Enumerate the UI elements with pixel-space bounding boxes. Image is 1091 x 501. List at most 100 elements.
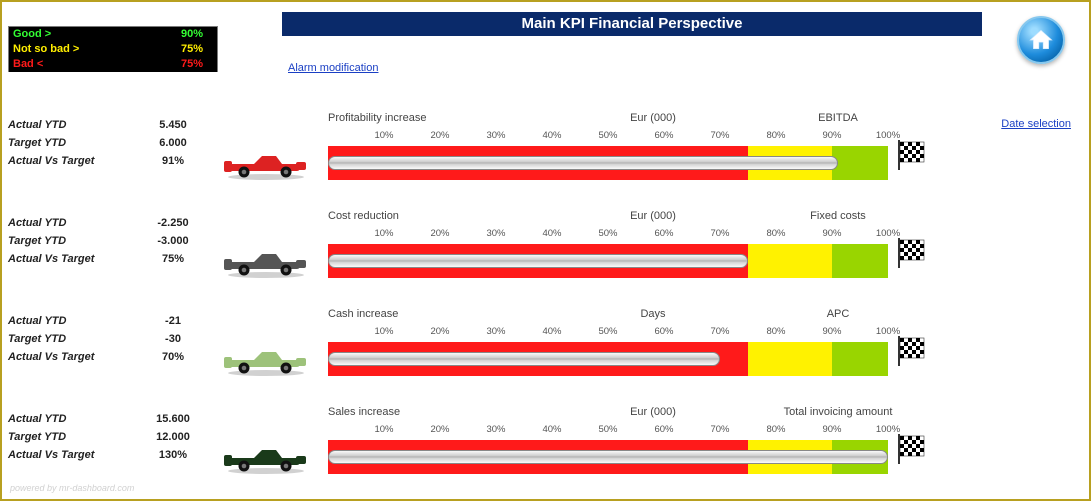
tick-label: 70% bbox=[710, 326, 729, 337]
kpi-name: Sales increase bbox=[328, 406, 578, 422]
actual-ytd-value: 5.450 bbox=[138, 116, 208, 134]
axis-ticks: 10%20%30%40%50%60%70%80%90%100% bbox=[328, 228, 888, 242]
kpi-name: Cash increase bbox=[328, 308, 578, 324]
kpi-name: Profitability increase bbox=[328, 112, 578, 128]
watermark: powered by mr-dashboard.com bbox=[10, 483, 134, 493]
kpi-track bbox=[328, 342, 888, 376]
tick-label: 70% bbox=[710, 130, 729, 141]
actual-vs-target-value: 75% bbox=[138, 250, 208, 268]
actual-ytd-label: Actual YTD bbox=[8, 214, 66, 232]
tick-label: 50% bbox=[598, 424, 617, 435]
checkered-flag-icon bbox=[894, 434, 930, 464]
tick-label: 40% bbox=[542, 228, 561, 239]
target-ytd-value: -3.000 bbox=[138, 232, 208, 250]
progress-bar bbox=[328, 450, 888, 464]
kpi-name: Cost reduction bbox=[328, 210, 578, 226]
kpi-row: Actual YTD -2.250 Target YTD -3.000 Actual… bbox=[8, 206, 1078, 300]
tick-label: 60% bbox=[654, 326, 673, 337]
tick-label: 20% bbox=[430, 326, 449, 337]
checkered-flag-icon bbox=[894, 336, 930, 366]
tick-label: 30% bbox=[486, 326, 505, 337]
tick-label: 50% bbox=[598, 228, 617, 239]
kpi-unit: Eur (000) bbox=[578, 406, 728, 422]
actual-vs-target-label: Actual Vs Target bbox=[8, 250, 94, 268]
target-ytd-label: Target YTD bbox=[8, 134, 66, 152]
axis-ticks: 10%20%30%40%50%60%70%80%90%100% bbox=[328, 424, 888, 438]
tick-label: 30% bbox=[486, 130, 505, 141]
tick-label: 10% bbox=[374, 228, 393, 239]
actual-vs-target-label: Actual Vs Target bbox=[8, 348, 94, 366]
alarm-modification-link[interactable]: Alarm modification bbox=[288, 62, 378, 74]
race-car-icon bbox=[222, 250, 310, 278]
legend-nsb-label: Not so bad > bbox=[9, 42, 149, 57]
tick-label: 90% bbox=[822, 130, 841, 141]
target-ytd-value: 6.000 bbox=[138, 134, 208, 152]
target-ytd-label: Target YTD bbox=[8, 232, 66, 250]
race-car-icon bbox=[222, 348, 310, 376]
legend-box: Good > 90% Not so bad > 75% Bad < 75% bbox=[8, 26, 218, 72]
race-car-icon bbox=[222, 446, 310, 474]
race-car-icon bbox=[222, 152, 310, 180]
target-ytd-value: -30 bbox=[138, 330, 208, 348]
target-ytd-label: Target YTD bbox=[8, 428, 66, 446]
kpi-desc: APC bbox=[728, 308, 948, 324]
legend-nsb-value: 75% bbox=[149, 42, 209, 57]
home-icon bbox=[1028, 27, 1054, 53]
tick-label: 80% bbox=[766, 130, 785, 141]
tick-label: 90% bbox=[822, 326, 841, 337]
axis-ticks: 10%20%30%40%50%60%70%80%90%100% bbox=[328, 326, 888, 340]
kpi-row: Actual YTD 5.450 Target YTD 6.000 Actual V… bbox=[8, 108, 1078, 202]
legend-good-label: Good > bbox=[9, 27, 149, 42]
kpi-desc: EBITDA bbox=[728, 112, 948, 128]
tick-label: 20% bbox=[430, 424, 449, 435]
checkered-flag-icon bbox=[894, 238, 930, 268]
tick-label: 60% bbox=[654, 228, 673, 239]
tick-label: 80% bbox=[766, 424, 785, 435]
tick-label: 80% bbox=[766, 326, 785, 337]
kpi-unit: Eur (000) bbox=[578, 210, 728, 226]
target-ytd-value: 12.000 bbox=[138, 428, 208, 446]
tick-label: 70% bbox=[710, 424, 729, 435]
tick-label: 40% bbox=[542, 424, 561, 435]
actual-vs-target-value: 130% bbox=[138, 446, 208, 464]
kpi-row: Actual YTD 15.600 Target YTD 12.000 Actual… bbox=[8, 402, 1078, 496]
tick-label: 70% bbox=[710, 228, 729, 239]
tick-label: 10% bbox=[374, 326, 393, 337]
tick-label: 90% bbox=[822, 228, 841, 239]
kpi-track bbox=[328, 244, 888, 278]
tick-label: 30% bbox=[486, 228, 505, 239]
kpi-row: Actual YTD-21 Target YTD-30 Actual Vs Ta… bbox=[8, 304, 1078, 398]
target-ytd-label: Target YTD bbox=[8, 330, 66, 348]
legend-bad-label: Bad < bbox=[9, 57, 149, 72]
kpi-unit: Eur (000) bbox=[578, 112, 728, 128]
page-title: Main KPI Financial Perspective bbox=[282, 12, 982, 36]
home-button[interactable] bbox=[1017, 16, 1065, 64]
checkered-flag-icon bbox=[894, 140, 930, 170]
kpi-desc: Fixed costs bbox=[728, 210, 948, 226]
axis-ticks: 10%20%30%40%50%60%70%80%90%100% bbox=[328, 130, 888, 144]
progress-bar bbox=[328, 254, 748, 268]
actual-ytd-value: 15.600 bbox=[138, 410, 208, 428]
tick-label: 20% bbox=[430, 130, 449, 141]
actual-ytd-value: -2.250 bbox=[138, 214, 208, 232]
tick-label: 80% bbox=[766, 228, 785, 239]
tick-label: 90% bbox=[822, 424, 841, 435]
kpi-desc: Total invoicing amount bbox=[728, 406, 948, 422]
progress-bar bbox=[328, 156, 838, 170]
tick-label: 10% bbox=[374, 130, 393, 141]
actual-vs-target-label: Actual Vs Target bbox=[8, 446, 94, 464]
actual-ytd-label: Actual YTD bbox=[8, 116, 66, 134]
kpi-unit: Days bbox=[578, 308, 728, 324]
tick-label: 20% bbox=[430, 228, 449, 239]
actual-vs-target-value: 91% bbox=[138, 152, 208, 170]
actual-vs-target-value: 70% bbox=[138, 348, 208, 366]
tick-label: 40% bbox=[542, 130, 561, 141]
actual-ytd-label: Actual YTD bbox=[8, 410, 66, 428]
tick-label: 50% bbox=[598, 326, 617, 337]
actual-ytd-label: Actual YTD bbox=[8, 312, 66, 330]
legend-good-value: 90% bbox=[149, 27, 209, 42]
tick-label: 10% bbox=[374, 424, 393, 435]
actual-vs-target-label: Actual Vs Target bbox=[8, 152, 94, 170]
kpi-track bbox=[328, 440, 888, 474]
progress-bar bbox=[328, 352, 720, 366]
